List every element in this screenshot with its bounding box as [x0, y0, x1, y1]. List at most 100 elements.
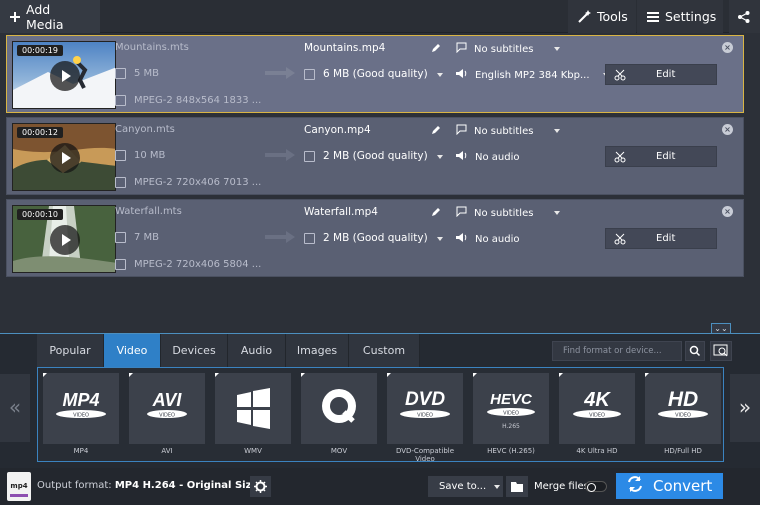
svg-text:VIDEO: VIDEO [417, 413, 433, 419]
play-icon[interactable] [50, 225, 80, 255]
share-button[interactable] [729, 0, 760, 33]
audio-dropdown[interactable]: No audio [456, 150, 520, 164]
video-thumbnail[interactable]: 00:00:10 [12, 205, 116, 273]
tools-label: Tools [597, 9, 628, 24]
chevron-down-icon [494, 484, 501, 489]
tab-popular[interactable]: Popular [37, 334, 104, 367]
scroll-left-button[interactable]: « [0, 374, 30, 442]
footer-bar: mp4 Output format: MP4 H.264 - Original … [0, 468, 760, 505]
play-icon[interactable] [50, 143, 80, 173]
settings-button[interactable]: Settings [637, 0, 723, 33]
output-filename[interactable]: Waterfall.mp4 [304, 206, 378, 218]
output-size-dropdown[interactable]: 2 MB (Good quality) [304, 150, 444, 162]
audio-dropdown[interactable]: No audio [456, 232, 520, 246]
format-label: AVI [161, 447, 173, 455]
file-icon [304, 232, 315, 244]
double-chevron-down-icon: ⌄⌄ [714, 324, 728, 333]
detect-device-button[interactable] [710, 341, 732, 361]
play-icon[interactable] [50, 61, 80, 91]
format-label: 4K Ultra HD [576, 447, 618, 455]
mp4-file-icon: mp4 [7, 472, 31, 501]
file-row[interactable]: 00:00:12 Canyon.mts 10 MB MPEG-2 720x406… [6, 117, 744, 195]
format-mov[interactable]: MOV [301, 373, 377, 459]
tab-audio[interactable]: Audio [228, 334, 286, 367]
format-avi[interactable]: AVI VIDEO AVI [129, 373, 205, 459]
source-size-value: 5 MB [134, 68, 160, 79]
svg-text:VIDEO: VIDEO [589, 413, 605, 419]
source-filename: Waterfall.mts [115, 206, 182, 217]
file-icon [304, 150, 315, 162]
edit-button[interactable]: Edit [605, 228, 717, 249]
svg-text:AVI: AVI [152, 390, 183, 410]
merge-files-label: Merge files [534, 481, 589, 492]
edit-button[interactable]: Edit [605, 64, 717, 85]
chevron-down-icon [554, 129, 561, 133]
scroll-right-button[interactable]: » [730, 374, 760, 442]
format-4k[interactable]: 4K VIDEO 4K Ultra HD [559, 373, 635, 459]
scissors-icon [614, 151, 626, 166]
merge-files-toggle[interactable] [585, 481, 607, 492]
format-settings-button[interactable] [250, 476, 271, 497]
save-to-label: Save to... [439, 481, 487, 492]
output-size-dropdown[interactable]: 2 MB (Good quality) [304, 232, 444, 244]
output-size-value: 2 MB (Good quality) [323, 150, 428, 162]
svg-text:VIDEO: VIDEO [503, 411, 519, 417]
chevron-down-icon [554, 211, 561, 215]
output-filename[interactable]: Mountains.mp4 [304, 42, 385, 54]
format-label: HEVC (H.265) [487, 447, 535, 455]
format-wmv[interactable]: WMV [215, 373, 291, 459]
source-size: 7 MB [115, 232, 159, 243]
source-info-value: MPEG-2 848x564 1833 ... [134, 95, 262, 106]
tab-video[interactable]: Video [104, 334, 161, 367]
svg-text:VIDEO: VIDEO [159, 413, 175, 419]
convert-button[interactable]: Convert [616, 473, 723, 499]
source-info-value: MPEG-2 720x406 7013 ... [134, 177, 262, 188]
format-label: MOV [330, 447, 348, 455]
top-toolbar: Add Media Tools Settings [0, 0, 760, 33]
pencil-icon[interactable] [432, 124, 441, 137]
subtitles-dropdown[interactable]: No subtitles [456, 42, 561, 56]
dvd-logo-icon: DVD VIDEO [387, 373, 463, 444]
tab-images[interactable]: Images [286, 334, 349, 367]
chevron-left-icon: « [8, 395, 22, 419]
tab-custom[interactable]: Custom [349, 334, 420, 367]
output-size-dropdown[interactable]: 6 MB (Good quality) [304, 68, 444, 80]
format-mp4[interactable]: MP4 VIDEO MP4 [43, 373, 119, 459]
pencil-icon[interactable] [432, 206, 441, 219]
audio-dropdown[interactable]: English MP2 384 Kbp... [456, 68, 609, 82]
save-to-dropdown[interactable]: Save to... [428, 476, 503, 497]
file-row[interactable]: 00:00:19 Mountains.mts 5 MB MPEG-2 848x5… [6, 35, 744, 113]
add-media-button[interactable]: Add Media [0, 0, 100, 33]
edit-label: Edit [656, 233, 676, 244]
tab-devices[interactable]: Devices [161, 334, 228, 367]
close-icon[interactable]: × [722, 42, 733, 53]
format-hevc[interactable]: HEVC VIDEO H.265 HEVC (H.265) [473, 373, 549, 459]
format-search-input[interactable]: Find format or device... [552, 341, 682, 361]
video-thumbnail[interactable]: 00:00:12 [12, 123, 116, 191]
close-icon[interactable]: × [722, 124, 733, 135]
chevron-down-icon [437, 237, 443, 241]
format-tabs: Popular Video Devices Audio Images Custo… [37, 334, 420, 367]
subtitles-dropdown[interactable]: No subtitles [456, 206, 561, 220]
subtitles-dropdown[interactable]: No subtitles [456, 124, 561, 138]
file-row[interactable]: 00:00:10 Waterfall.mts 7 MB MPEG-2 720x4… [6, 199, 744, 277]
edit-button[interactable]: Edit [605, 146, 717, 167]
hd-logo-icon: HD VIDEO [645, 373, 721, 444]
video-thumbnail[interactable]: 00:00:19 [12, 41, 116, 109]
file-icon [304, 68, 315, 80]
chevron-down-icon [437, 73, 443, 77]
format-hd[interactable]: HD VIDEO HD/Full HD [645, 373, 721, 459]
quicktime-logo-icon [301, 373, 377, 444]
search-button[interactable] [685, 341, 705, 361]
output-filename[interactable]: Canyon.mp4 [304, 124, 371, 136]
pencil-icon[interactable] [432, 42, 441, 55]
tools-button[interactable]: Tools [568, 0, 636, 33]
source-filename: Canyon.mts [115, 124, 175, 135]
format-dvd[interactable]: DVD VIDEO DVD-Compatible Video [387, 373, 463, 463]
speech-bubble-icon [456, 124, 467, 138]
open-folder-button[interactable] [506, 476, 528, 497]
source-info: MPEG-2 720x406 7013 ... [115, 177, 261, 188]
close-icon[interactable]: × [722, 206, 733, 217]
source-filename: Mountains.mts [115, 42, 189, 53]
svg-text:4K: 4K [583, 389, 611, 411]
